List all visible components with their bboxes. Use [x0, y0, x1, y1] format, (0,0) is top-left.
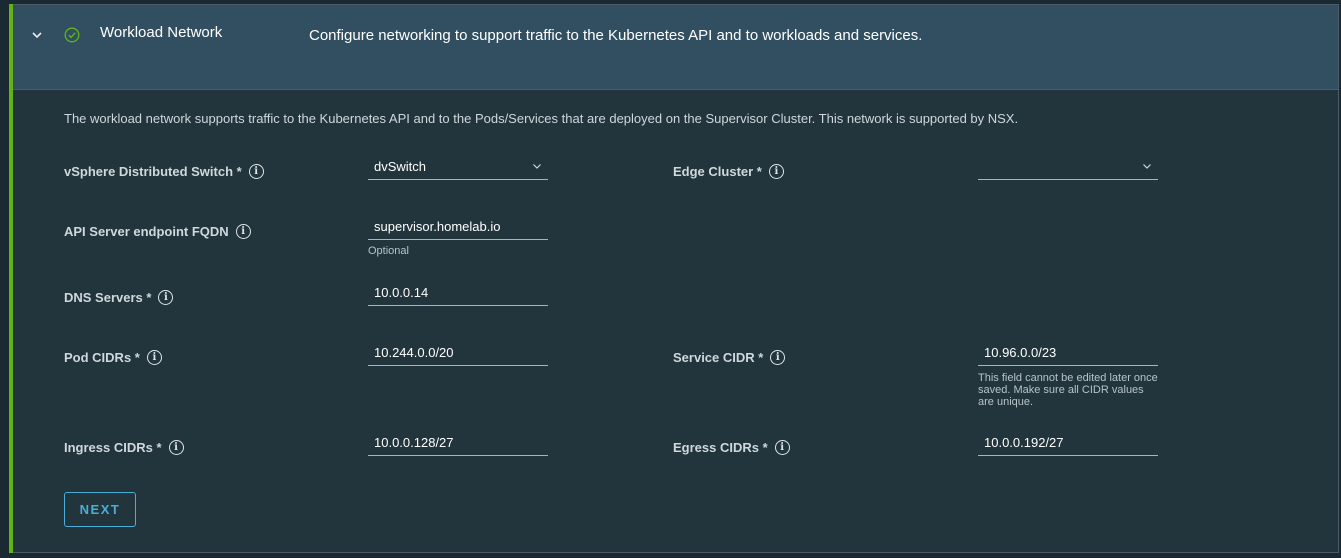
- vds-select[interactable]: dvSwitch: [368, 158, 548, 180]
- service-cidr-helper: This field cannot be edited later once s…: [978, 372, 1158, 408]
- pod-cidrs-input[interactable]: 10.244.0.0/20: [368, 344, 548, 366]
- pod-cidrs-label-text: Pod CIDRs *: [64, 350, 140, 365]
- info-icon[interactable]: i: [235, 224, 251, 239]
- egress-cidrs-label: Egress CIDRs * i: [673, 440, 790, 455]
- egress-cidrs-label-text: Egress CIDRs *: [673, 440, 768, 455]
- ingress-cidrs-label-text: Ingress CIDRs *: [64, 440, 162, 455]
- intro-text: The workload network supports traffic to…: [64, 111, 1019, 126]
- info-icon[interactable]: i: [248, 164, 264, 179]
- info-icon[interactable]: i: [168, 440, 184, 455]
- service-cidr-input[interactable]: 10.96.0.0/23: [978, 344, 1158, 366]
- ingress-cidrs-input[interactable]: 10.0.0.128/27: [368, 434, 548, 456]
- service-cidr-label-text: Service CIDR *: [673, 350, 764, 365]
- service-cidr-label: Service CIDR * i: [673, 350, 786, 365]
- section-header[interactable]: Workload Network Configure networking to…: [13, 5, 1338, 90]
- edge-cluster-select[interactable]: [978, 158, 1158, 180]
- api-fqdn-label: API Server endpoint FQDN i: [64, 224, 251, 239]
- next-button[interactable]: NEXT: [64, 492, 136, 527]
- dns-input-value: 10.0.0.14: [374, 285, 429, 300]
- dns-label-text: DNS Servers *: [64, 290, 152, 305]
- info-icon[interactable]: i: [768, 164, 784, 179]
- api-fqdn-input[interactable]: supervisor.homelab.io: [368, 218, 548, 240]
- api-fqdn-helper: Optional: [368, 245, 409, 257]
- service-cidr-input-value: 10.96.0.0/23: [984, 345, 1057, 360]
- ingress-cidrs-label: Ingress CIDRs * i: [64, 440, 184, 455]
- egress-cidrs-input[interactable]: 10.0.0.192/27: [978, 434, 1158, 456]
- info-icon[interactable]: i: [770, 350, 786, 365]
- api-fqdn-label-text: API Server endpoint FQDN: [64, 224, 229, 239]
- vds-select-value: dvSwitch: [374, 159, 427, 174]
- check-circle-icon: [64, 27, 80, 43]
- ingress-cidrs-input-value: 10.0.0.128/27: [374, 435, 454, 450]
- chevron-down-icon: [533, 164, 541, 169]
- dns-input[interactable]: 10.0.0.14: [368, 284, 548, 306]
- egress-cidrs-input-value: 10.0.0.192/27: [984, 435, 1064, 450]
- section-title: Workload Network: [100, 24, 223, 41]
- pod-cidrs-input-value: 10.244.0.0/20: [374, 345, 454, 360]
- dns-label: DNS Servers * i: [64, 290, 174, 305]
- info-icon[interactable]: i: [146, 350, 162, 365]
- vds-label-text: vSphere Distributed Switch *: [64, 164, 242, 179]
- pod-cidrs-label: Pod CIDRs * i: [64, 350, 162, 365]
- info-icon[interactable]: i: [158, 290, 174, 305]
- chevron-down-icon[interactable]: [31, 29, 43, 41]
- chevron-down-icon: [1143, 164, 1151, 169]
- section-description: Configure networking to support traffic …: [309, 27, 923, 44]
- edge-cluster-label-text: Edge Cluster *: [673, 164, 762, 179]
- api-fqdn-input-value: supervisor.homelab.io: [374, 219, 501, 234]
- edge-cluster-label: Edge Cluster * i: [673, 164, 784, 179]
- info-icon[interactable]: i: [774, 440, 790, 455]
- vds-label: vSphere Distributed Switch * i: [64, 164, 264, 179]
